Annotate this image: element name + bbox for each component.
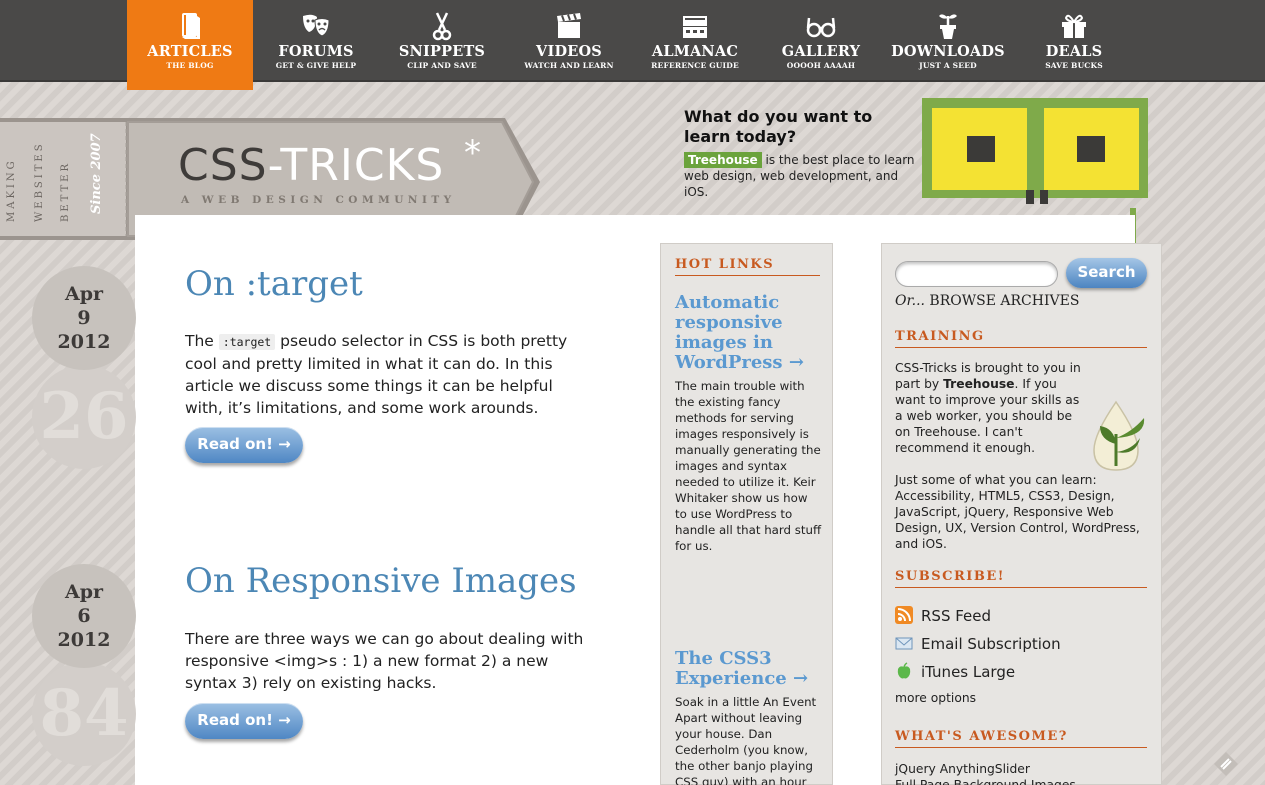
comment-count-ghost: 26 xyxy=(32,365,136,469)
gift-icon xyxy=(1011,0,1137,44)
itunes-link[interactable]: iTunes Large xyxy=(895,662,1015,684)
cash-register-icon xyxy=(632,0,758,44)
nav-sublabel: GET & GIVE HELP xyxy=(275,61,357,70)
site-tagline: A WEB DESIGN COMMUNITY xyxy=(181,194,456,206)
nav-articles[interactable]: ARTICLES THE BLOG xyxy=(127,0,253,90)
more-options-link[interactable]: more options xyxy=(895,690,976,706)
nav-deals[interactable]: DEALS SAVE BUCKS xyxy=(1011,0,1137,82)
slogan-word: BETTER xyxy=(60,160,71,222)
hot-link-title[interactable]: Automatic responsive images in WordPress… xyxy=(675,293,820,373)
feedback-tab-icon[interactable] xyxy=(1212,750,1240,778)
seedling-pot-icon xyxy=(885,0,1011,44)
post-title[interactable]: On Responsive Images xyxy=(185,561,577,601)
browse-or: Or... xyxy=(895,293,925,309)
nav-forums[interactable]: FORUMS GET & GIVE HELP xyxy=(253,0,379,82)
rss-icon xyxy=(895,606,913,624)
logo-tricks: -TRICKS xyxy=(267,140,445,191)
nav-sublabel: WATCH AND LEARN xyxy=(524,61,614,70)
promo-text: Treehouse is the best place to learn web… xyxy=(684,152,924,200)
apple-icon xyxy=(895,662,913,680)
nav-sublabel: OOOOH AAAAH xyxy=(786,61,856,70)
nav-sublabel: CLIP AND SAVE xyxy=(407,61,477,70)
scissors-icon xyxy=(379,0,505,44)
search-input[interactable] xyxy=(895,261,1058,287)
clapperboard-icon xyxy=(506,0,632,44)
nav-sublabel: THE BLOG xyxy=(166,61,214,70)
post-date: Apr 9 2012 xyxy=(32,266,136,370)
learn-topics: Just some of what you can learn: Accessi… xyxy=(895,473,1140,551)
nav-label: ARTICLES xyxy=(147,43,233,60)
itunes-label: iTunes Large xyxy=(921,663,1016,681)
awesome-link[interactable]: Full Page Background Images xyxy=(895,777,1076,785)
since-label: Since 2007 xyxy=(89,133,104,214)
read-more-button[interactable]: Read on! → xyxy=(185,427,303,463)
awesome-link[interactable]: jQuery AnythingSlider xyxy=(895,761,1030,777)
nav-sublabel: SAVE BUCKS xyxy=(1045,61,1103,70)
whats-awesome-heading: WHAT'S AWESOME? xyxy=(895,729,1147,748)
nav-label: DOWNLOADS xyxy=(891,43,1005,60)
rss-label: RSS Feed xyxy=(921,607,992,625)
date-month: Apr xyxy=(64,581,104,603)
leaf-drop-icon xyxy=(1086,400,1150,474)
slogan-word: MAKING xyxy=(6,158,17,222)
nav-downloads[interactable]: DOWNLOADS JUST A SEED xyxy=(885,0,1011,82)
date-month: Apr xyxy=(64,283,104,305)
logo-css: CSS xyxy=(178,140,268,191)
slogan-word: WEBSITES xyxy=(34,141,45,222)
training-heading: TRAINING xyxy=(895,329,1147,348)
nav-sublabel: JUST A SEED xyxy=(919,61,977,70)
browse-archives-link[interactable]: BROWSE ARCHIVES xyxy=(925,293,1079,309)
hot-link-description: Soak in a little An Event Apart without … xyxy=(675,695,817,785)
logo-asterisk: * xyxy=(464,133,481,173)
post-excerpt: There are three ways we can go about dea… xyxy=(185,630,584,692)
date-year: 2012 xyxy=(57,629,111,651)
promo-heading: What do you want to learn today? xyxy=(684,107,873,146)
browse-archives: Or... BROWSE ARCHIVES xyxy=(895,293,1079,309)
nav-sublabel: REFERENCE GUIDE xyxy=(651,61,739,70)
hot-links-sidebar: HOT LINKS Automatic responsive images in… xyxy=(660,243,833,785)
logo-wordmark[interactable]: CSS-TRICKS xyxy=(178,140,444,191)
nav-snippets[interactable]: SNIPPETS CLIP AND SAVE xyxy=(379,0,505,82)
nav-almanac[interactable]: ALMANAC REFERENCE GUIDE xyxy=(632,0,758,82)
hot-links-heading: HOT LINKS xyxy=(675,257,820,276)
post-title[interactable]: On :target xyxy=(185,264,363,304)
nav-label: SNIPPETS xyxy=(398,43,486,60)
theater-masks-icon xyxy=(253,0,379,44)
search-button[interactable]: Search xyxy=(1066,258,1147,288)
post-date: Apr 6 2012 xyxy=(32,564,136,668)
email-label: Email Subscription xyxy=(921,635,1061,653)
nav-videos[interactable]: VIDEOS WATCH AND LEARN xyxy=(506,0,632,82)
inline-code: :target xyxy=(218,334,276,350)
envelope-icon xyxy=(895,634,913,652)
read-more-button[interactable]: Read on! → xyxy=(185,703,303,739)
excerpt-text: The xyxy=(185,332,219,350)
rss-feed-link[interactable]: RSS Feed xyxy=(895,606,991,628)
subscribe-heading: SUBSCRIBE! xyxy=(895,569,1147,588)
comment-count-ghost: 84 xyxy=(32,662,136,766)
glasses-icon xyxy=(758,0,884,44)
date-day: 6 xyxy=(77,605,91,627)
nav-label: FORUMS xyxy=(278,43,354,60)
nav-label: ALMANAC xyxy=(651,43,739,60)
top-navigation: ARTICLES THE BLOG FORUMS GET & GIVE HELP… xyxy=(0,0,1265,90)
treehouse-badge[interactable]: Treehouse xyxy=(684,152,762,168)
nav-gallery[interactable]: GALLERY OOOOH AAAAH xyxy=(758,0,884,82)
nav-label: VIDEOS xyxy=(536,43,602,60)
book-icon xyxy=(127,0,253,44)
date-day: 9 xyxy=(77,307,91,329)
post-excerpt: The :target pseudo selector in CSS is bo… xyxy=(185,330,585,419)
hot-link-description: The main trouble with the existing fancy… xyxy=(675,379,822,553)
training-text: CSS-Tricks is brought to you in part by … xyxy=(895,360,1087,456)
nav-label: GALLERY xyxy=(781,43,861,60)
email-subscription-link[interactable]: Email Subscription xyxy=(895,634,1061,656)
training-link[interactable]: Treehouse xyxy=(943,377,1014,391)
nav-label: DEALS xyxy=(1045,43,1103,60)
hot-link-title[interactable]: The CSS3 Experience → xyxy=(675,649,820,689)
slogan-vertical: MAKING WEBSITES BETTER Since 2007 xyxy=(0,118,128,238)
date-year: 2012 xyxy=(57,331,111,353)
